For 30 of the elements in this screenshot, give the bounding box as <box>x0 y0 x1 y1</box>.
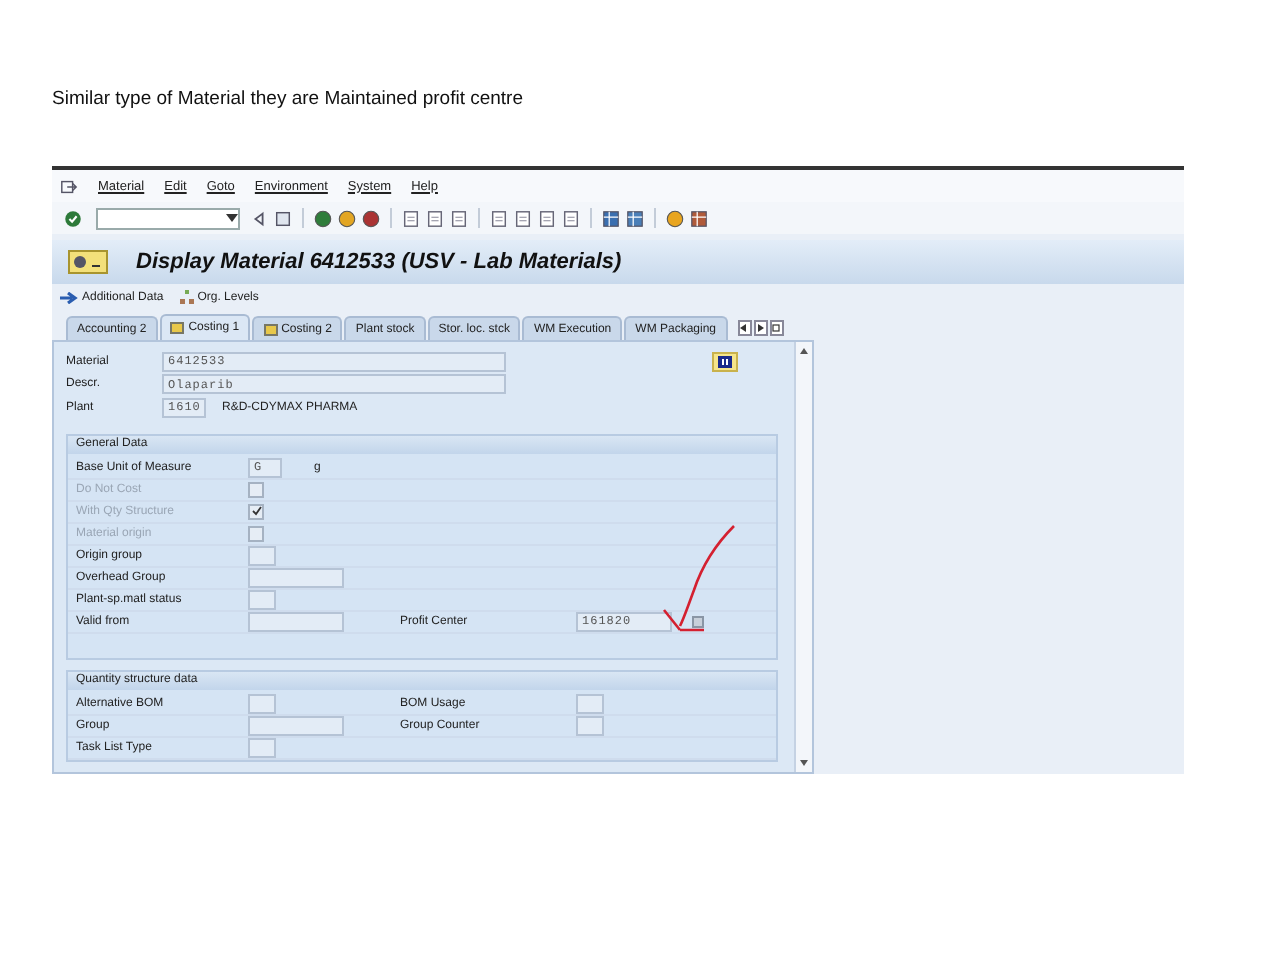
checkmark-icon <box>251 506 261 516</box>
tab-list-button[interactable] <box>769 319 784 335</box>
info-button[interactable] <box>712 351 738 372</box>
input-field[interactable] <box>248 715 344 735</box>
window-title: Display Material 6412533 (USV - Lab Materials) <box>136 250 622 274</box>
tab-scroll-right-button[interactable] <box>753 319 768 335</box>
input-field[interactable] <box>248 737 276 757</box>
caret-icon[interactable] <box>226 214 238 222</box>
input-field[interactable] <box>576 693 604 713</box>
input-field[interactable] <box>576 715 604 735</box>
right-arrow-icon <box>756 323 765 331</box>
scroll-up-icon <box>800 348 808 354</box>
tab-scroll-left-button[interactable] <box>737 319 752 335</box>
input-field[interactable] <box>248 693 276 713</box>
left-arrow-icon <box>740 323 749 331</box>
hierarchy-icon <box>179 290 194 304</box>
command-field[interactable] <box>96 207 240 229</box>
list-icon <box>772 323 781 331</box>
arrow-icon <box>60 291 78 303</box>
back-arrow-icon[interactable] <box>250 209 268 227</box>
input-field[interactable] <box>248 545 276 565</box>
exit-icon[interactable] <box>60 177 78 195</box>
scroll-down-icon <box>800 760 808 766</box>
caption: Similar type of Material they are Maintained profit centre <box>52 88 525 110</box>
input-field[interactable] <box>248 589 276 609</box>
scrollbar[interactable] <box>794 342 812 772</box>
info-icon <box>718 355 732 368</box>
input-field[interactable] <box>248 567 344 587</box>
input-field[interactable] <box>248 611 344 631</box>
check-icon[interactable] <box>64 209 82 227</box>
